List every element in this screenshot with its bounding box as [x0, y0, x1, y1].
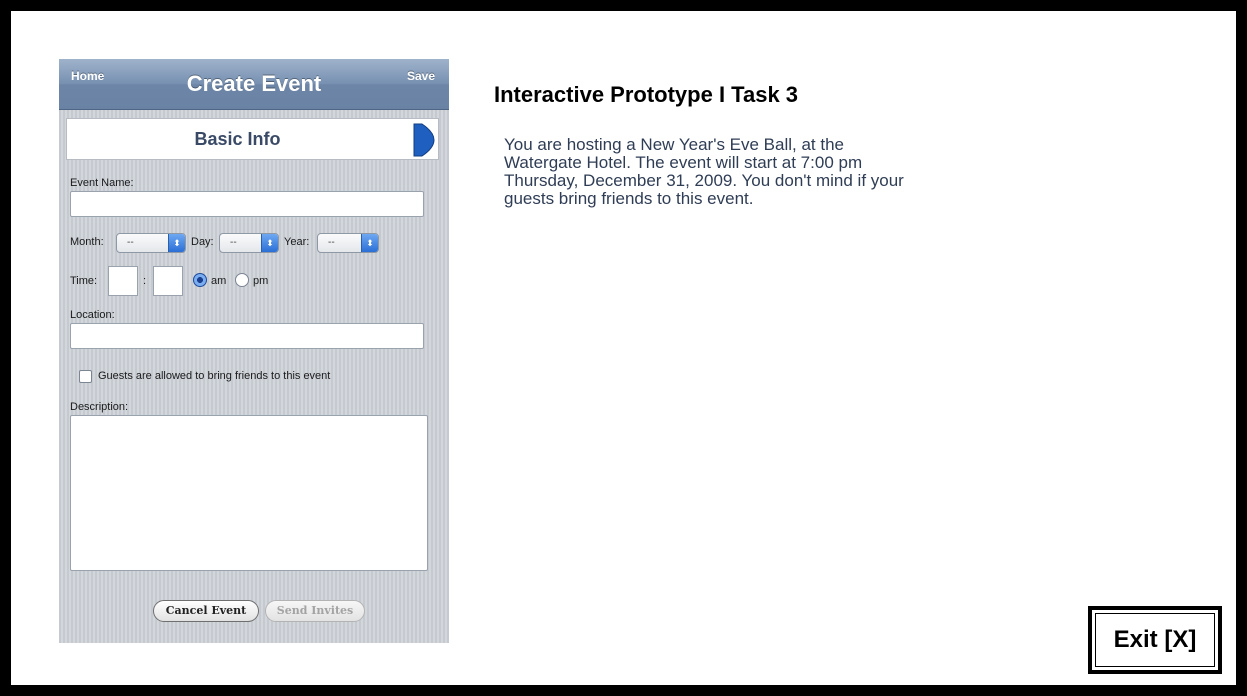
- year-value: --: [328, 237, 335, 248]
- updown-arrows-icon: ⬍: [261, 234, 278, 252]
- month-label: Month:: [70, 236, 104, 248]
- guests-checkbox[interactable]: [79, 370, 92, 383]
- updown-arrows-icon: ⬍: [168, 234, 185, 252]
- task-title: Interactive Prototype I Task 3: [494, 82, 799, 107]
- section-title: Basic Info: [194, 129, 281, 149]
- day-select[interactable]: -- ⬍: [219, 233, 279, 253]
- description-label: Description:: [70, 401, 129, 413]
- year-select[interactable]: -- ⬍: [317, 233, 379, 253]
- day-label: Day:: [191, 236, 214, 248]
- screen-title: Create Event: [186, 71, 322, 96]
- month-select[interactable]: -- ⬍: [116, 233, 186, 253]
- am-label: am: [211, 275, 227, 287]
- cancel-event-button[interactable]: Cancel Event: [153, 600, 259, 622]
- chevron-right-icon[interactable]: [413, 123, 435, 157]
- year-label: Year:: [284, 236, 310, 248]
- pm-label: pm: [253, 275, 269, 287]
- guests-checkbox-label: Guests are allowed to bring friends to t…: [98, 370, 331, 382]
- location-label: Location:: [70, 309, 115, 321]
- time-separator: :: [143, 275, 147, 287]
- pm-radio[interactable]: [235, 273, 249, 287]
- hour-field[interactable]: [108, 266, 138, 296]
- basic-info-section[interactable]: Basic Info: [66, 118, 439, 160]
- task-description: You are hosting a New Year's Eve Ball, a…: [504, 135, 904, 208]
- minute-field[interactable]: [153, 266, 183, 296]
- send-invites-button[interactable]: Send Invites: [265, 600, 365, 622]
- updown-arrows-icon: ⬍: [361, 234, 378, 252]
- am-radio[interactable]: [193, 273, 207, 287]
- day-value: --: [230, 237, 237, 248]
- exit-button[interactable]: Exit [X]: [1088, 606, 1222, 674]
- location-field[interactable]: [70, 323, 424, 349]
- save-button[interactable]: Save: [407, 69, 435, 83]
- event-name-label: Event Name:: [70, 177, 134, 189]
- description-field[interactable]: [70, 415, 428, 571]
- month-value: --: [127, 237, 134, 248]
- time-label: Time:: [70, 275, 98, 287]
- navigation-bar: Home Create Event Save: [59, 59, 449, 110]
- phone-screen: Home Create Event Save Basic Info Event …: [59, 59, 449, 643]
- event-name-field[interactable]: [70, 191, 424, 217]
